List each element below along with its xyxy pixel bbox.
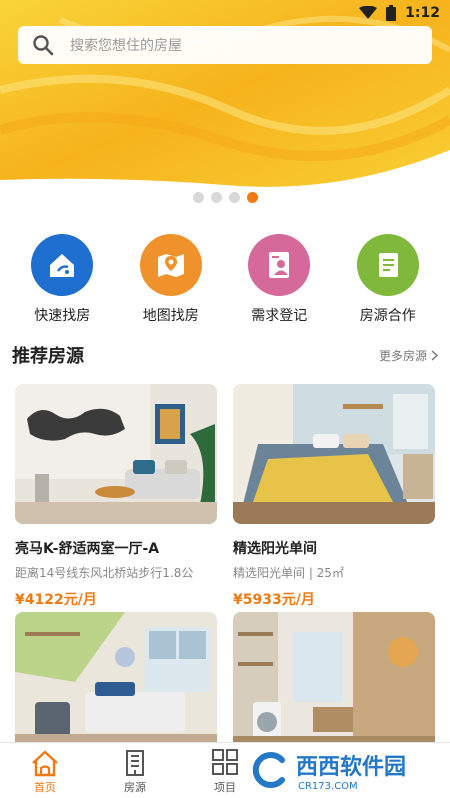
section-header: 推荐房源 更多房源	[12, 342, 438, 368]
listing-desc: 精选阳光单间 | 25㎡	[233, 566, 344, 580]
person-card-icon	[248, 234, 311, 296]
map-pin-icon	[139, 234, 202, 296]
listing-card[interactable]: 亮马K-舒适两室一厅-A 距离14号线东风北桥站步行1.8公 ¥4122元/月	[15, 384, 217, 609]
listing-price: ¥4122元/月	[15, 592, 97, 608]
document-icon	[356, 234, 419, 296]
carousel-indicator	[0, 192, 450, 203]
chevron-right-icon	[431, 349, 438, 361]
tab-home[interactable]: 首页	[5, 743, 85, 798]
building-icon	[126, 750, 144, 776]
quick-demand-register[interactable]: 需求登记	[229, 234, 329, 325]
tab-label: 项目	[214, 781, 236, 794]
watermark-brand: 西西软件园	[296, 754, 407, 780]
quick-label: 地图找房	[142, 308, 199, 324]
watermark-logo: 西西软件园 CR173.COM	[250, 745, 446, 795]
grid-icon	[212, 749, 238, 775]
quick-label: 房源合作	[359, 308, 416, 324]
tab-listings[interactable]: 房源	[95, 743, 175, 798]
more-label: 更多房源	[378, 348, 427, 363]
wifi-icon	[359, 6, 378, 19]
listing-photo	[15, 612, 217, 752]
search-placeholder: 搜索您想住的房屋	[70, 38, 182, 54]
watermark-c-icon	[252, 752, 285, 788]
carousel-dot[interactable]	[228, 192, 240, 203]
listing-price: ¥5933元/月	[233, 592, 315, 608]
quick-fast-search[interactable]: 快速找房	[12, 234, 112, 325]
quick-label: 需求登记	[251, 308, 308, 324]
listing-photo	[233, 612, 435, 752]
listing-card[interactable]: 精选阳光单间 精选阳光单间 | 25㎡ ¥5933元/月	[233, 384, 435, 609]
home-icon	[32, 750, 58, 777]
carousel-dot[interactable]	[210, 192, 222, 203]
quick-map-search[interactable]: 地图找房	[121, 234, 221, 325]
tab-label: 房源	[124, 781, 146, 794]
watermark-site: CR173.COM	[298, 780, 358, 792]
listing-desc: 距离14号线东风北桥站步行1.8公	[15, 566, 194, 580]
section-title: 推荐房源	[12, 346, 84, 367]
carousel-dot-active[interactable]	[246, 192, 258, 203]
listing-photo	[15, 384, 217, 524]
listing-title: 亮马K-舒适两室一厅-A	[15, 541, 160, 557]
status-time: 1:12	[405, 5, 440, 21]
listing-title: 精选阳光单间	[233, 541, 317, 557]
quick-label: 快速找房	[34, 308, 91, 324]
house-search-icon	[31, 234, 94, 296]
quick-listing-cooperation[interactable]: 房源合作	[338, 234, 438, 325]
battery-icon	[386, 5, 397, 21]
listing-photo	[233, 384, 435, 524]
tab-label: 首页	[34, 781, 56, 794]
more-listings-link[interactable]: 更多房源	[379, 347, 438, 364]
search-icon	[33, 35, 54, 56]
quick-actions: 快速找房 地图找房 需求登记 房源合作	[0, 234, 450, 325]
carousel-dot[interactable]	[192, 192, 204, 203]
search-input[interactable]: 搜索您想住的房屋	[18, 26, 432, 64]
status-bar: 1:12	[0, 0, 450, 26]
